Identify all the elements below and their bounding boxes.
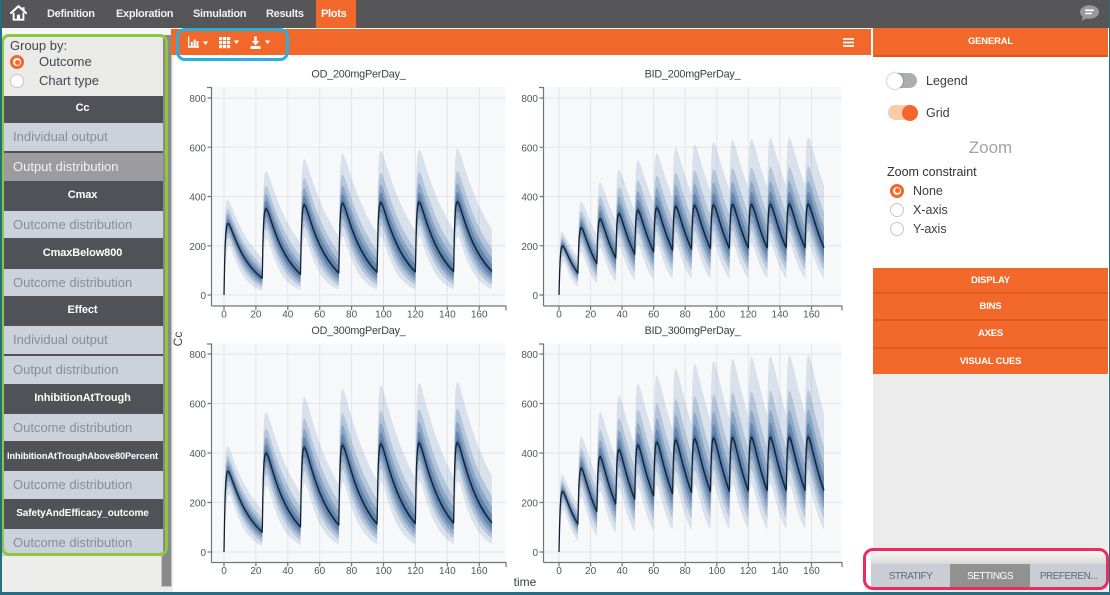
svg-text:40: 40: [282, 310, 294, 321]
svg-text:20: 20: [585, 566, 597, 577]
svg-text:160: 160: [471, 566, 488, 577]
svg-text:600: 600: [521, 144, 538, 155]
svg-text:40: 40: [617, 310, 629, 321]
svg-text:400: 400: [189, 193, 206, 204]
svg-text:120: 120: [407, 566, 424, 577]
svg-text:600: 600: [189, 400, 206, 411]
svg-text:100: 100: [708, 310, 725, 321]
svg-text:140: 140: [439, 566, 456, 577]
svg-text:100: 100: [375, 566, 392, 577]
svg-text:400: 400: [521, 449, 538, 460]
svg-text:100: 100: [708, 566, 725, 577]
svg-text:160: 160: [471, 310, 488, 321]
svg-text:800: 800: [189, 350, 206, 361]
svg-text:200: 200: [189, 499, 206, 510]
svg-text:20: 20: [250, 310, 262, 321]
svg-text:600: 600: [189, 144, 206, 155]
svg-text:60: 60: [648, 566, 660, 577]
svg-text:100: 100: [375, 310, 392, 321]
svg-text:200: 200: [189, 242, 206, 253]
svg-text:OD_300mgPerDay_: OD_300mgPerDay_: [311, 325, 406, 337]
svg-text:800: 800: [521, 94, 538, 105]
svg-text:60: 60: [314, 310, 326, 321]
svg-text:140: 140: [439, 310, 456, 321]
svg-text:0: 0: [532, 548, 538, 559]
svg-text:OD_200mgPerDay_: OD_200mgPerDay_: [311, 69, 406, 81]
svg-text:0: 0: [221, 566, 227, 577]
svg-text:40: 40: [617, 566, 629, 577]
svg-text:120: 120: [407, 310, 424, 321]
svg-text:20: 20: [585, 310, 597, 321]
svg-text:BID_200mgPerDay_: BID_200mgPerDay_: [645, 69, 742, 81]
svg-text:140: 140: [772, 566, 789, 577]
svg-text:160: 160: [803, 566, 820, 577]
svg-text:120: 120: [740, 566, 757, 577]
svg-text:600: 600: [521, 400, 538, 411]
svg-text:0: 0: [221, 310, 227, 321]
svg-text:400: 400: [521, 193, 538, 204]
svg-text:60: 60: [648, 310, 660, 321]
svg-text:time: time: [514, 575, 537, 589]
svg-text:800: 800: [521, 350, 538, 361]
svg-text:0: 0: [532, 291, 538, 302]
svg-text:80: 80: [346, 566, 358, 577]
svg-text:80: 80: [680, 310, 692, 321]
svg-text:0: 0: [200, 548, 206, 559]
svg-text:0: 0: [556, 310, 562, 321]
svg-text:120: 120: [740, 310, 757, 321]
svg-text:0: 0: [556, 566, 562, 577]
svg-text:BID_300mgPerDay_: BID_300mgPerDay_: [645, 325, 742, 337]
svg-text:80: 80: [680, 566, 692, 577]
svg-text:80: 80: [346, 310, 358, 321]
svg-text:40: 40: [282, 566, 294, 577]
svg-text:160: 160: [803, 310, 820, 321]
svg-text:20: 20: [250, 566, 262, 577]
svg-text:200: 200: [521, 242, 538, 253]
svg-text:200: 200: [521, 499, 538, 510]
svg-text:Cc: Cc: [173, 332, 185, 347]
svg-text:140: 140: [772, 310, 789, 321]
svg-text:800: 800: [189, 94, 206, 105]
svg-text:60: 60: [314, 566, 326, 577]
svg-text:400: 400: [189, 449, 206, 460]
svg-text:0: 0: [200, 291, 206, 302]
